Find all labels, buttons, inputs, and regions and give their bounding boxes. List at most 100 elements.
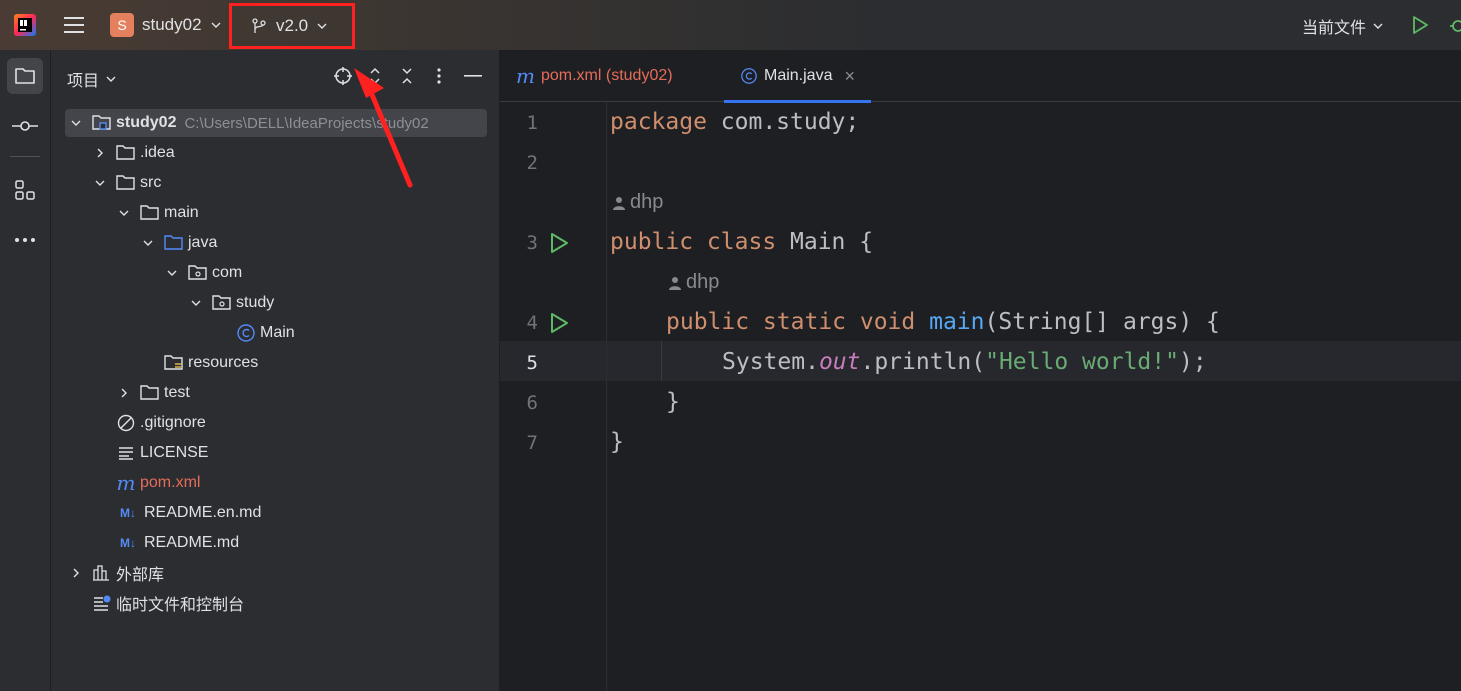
chevron-down-icon (211, 22, 221, 28)
line-number: 3 (526, 232, 538, 254)
expand-all-button[interactable] (365, 66, 385, 86)
code-line-5[interactable]: System.out.println("Hello world!"); (722, 349, 1207, 375)
main-menu-icon[interactable] (62, 14, 86, 36)
tree-item-src[interactable]: src (93, 169, 161, 197)
folder-icon (116, 173, 136, 193)
project-selector[interactable]: S study02 (110, 13, 222, 37)
tab-main-java[interactable]: Main.java × (724, 50, 871, 103)
class-icon (741, 68, 757, 84)
tree-item-test[interactable]: test (117, 379, 190, 407)
indent-guide (661, 341, 662, 381)
tree-item-license[interactable]: LICENSE (116, 439, 208, 467)
tree-item-com[interactable]: com (165, 259, 242, 287)
code-line-4[interactable]: public static void main(String[] args) { (666, 309, 1220, 335)
branch-selector[interactable]: v2.0 (229, 3, 355, 49)
commit-tool-button[interactable] (7, 108, 43, 144)
project-panel-title: 项目 (67, 73, 100, 90)
line-number: 6 (526, 392, 538, 414)
markdown-icon: M↓ (120, 506, 136, 520)
tree-item-pom[interactable]: m pom.xml (116, 469, 201, 497)
ignore-icon (116, 413, 136, 433)
expand-icon (370, 67, 380, 85)
code-line-3[interactable]: public class Main { (610, 229, 873, 255)
tree-item-study02[interactable]: study02 C:\Users\DELL\IdeaProjects\study… (65, 109, 487, 137)
folder-icon (140, 203, 160, 223)
code-line-7[interactable]: } (610, 429, 624, 455)
tree-item-external-libraries[interactable]: 外部库 (69, 559, 164, 587)
author-hint[interactable]: dhp (668, 271, 719, 294)
chevron-down-icon[interactable] (141, 236, 155, 250)
author-hint[interactable]: dhp (612, 191, 663, 214)
tree-item-main-class[interactable]: Main (236, 319, 295, 347)
class-icon (236, 323, 256, 343)
chevron-down-icon[interactable] (117, 206, 131, 220)
vertical-more-icon (437, 68, 441, 84)
crosshair-icon (334, 67, 352, 85)
editor-area: m pom.xml (study02) Main.java × 1 2 3 4 … (500, 50, 1461, 691)
project-panel-header: 项目 (51, 50, 500, 102)
chevron-down-icon (317, 23, 327, 29)
chevron-down-icon[interactable] (69, 116, 83, 130)
project-name: study02 (142, 15, 202, 34)
folder-icon (116, 143, 136, 163)
hide-panel-button[interactable] (463, 66, 483, 86)
structure-icon (15, 180, 35, 200)
line-number: 4 (526, 312, 538, 334)
source-folder-icon (164, 233, 184, 253)
close-icon[interactable]: × (844, 66, 855, 87)
run-gutter-icon[interactable] (547, 311, 571, 335)
tree-item-idea[interactable]: .idea (93, 139, 175, 167)
chevron-down-icon[interactable] (189, 296, 203, 310)
tab-pom-xml[interactable]: m pom.xml (study02) (516, 50, 673, 102)
tree-item-resources[interactable]: resources (164, 349, 258, 377)
resources-folder-icon (164, 353, 184, 373)
text-file-icon (116, 443, 136, 463)
chevron-down-icon[interactable] (165, 266, 179, 280)
intellij-logo-icon[interactable] (13, 13, 37, 37)
tree-item-scratches[interactable]: 临时文件和控制台 (92, 589, 244, 617)
maven-icon: m (516, 64, 535, 88)
code-line-6[interactable]: } (666, 389, 680, 415)
tree-item-java[interactable]: java (141, 229, 217, 257)
package-icon (212, 293, 232, 313)
code-line-1[interactable]: package com.study; (610, 109, 859, 135)
line-number: 2 (526, 152, 538, 174)
project-panel: 项目 study02 C:\Users\DELL\IdeaProjects\st… (51, 50, 500, 691)
chevron-down-icon[interactable] (93, 176, 107, 190)
debug-icon[interactable] (1447, 14, 1461, 36)
editor-tabs: m pom.xml (study02) Main.java × (500, 50, 1461, 103)
tree-item-main[interactable]: main (117, 199, 199, 227)
title-bar: S study02 v2.0 当前文件 (0, 0, 1461, 50)
chevron-down-icon (1373, 23, 1383, 29)
chevron-down-icon (106, 76, 116, 82)
tree-item-study[interactable]: study (189, 289, 274, 317)
tree-item-readme-en[interactable]: M↓ README.en.md (116, 499, 261, 527)
minimize-icon (464, 75, 482, 77)
structure-tool-button[interactable] (7, 172, 43, 208)
collapse-all-button[interactable] (397, 66, 417, 86)
chevron-right-icon[interactable] (93, 146, 107, 160)
collapse-icon (402, 68, 412, 84)
chevron-right-icon[interactable] (117, 386, 131, 400)
chevron-right-icon[interactable] (69, 566, 83, 580)
run-configuration-selector[interactable]: 当前文件 (1302, 14, 1384, 38)
options-button[interactable] (429, 66, 449, 86)
divider (10, 156, 40, 157)
branch-name: v2.0 (276, 16, 309, 35)
package-icon (188, 263, 208, 283)
project-tool-button[interactable] (7, 58, 43, 94)
run-icon[interactable] (1409, 14, 1431, 36)
more-tools-button[interactable] (7, 222, 43, 258)
tree-item-gitignore[interactable]: .gitignore (116, 409, 206, 437)
locate-file-button[interactable] (333, 66, 353, 86)
run-gutter-icon[interactable] (547, 231, 571, 255)
project-view-selector[interactable]: 项目 (67, 67, 117, 91)
markdown-icon: M↓ (120, 536, 136, 550)
more-icon (15, 238, 35, 242)
line-number: 5 (526, 352, 538, 374)
user-icon (613, 196, 625, 210)
project-badge: S (110, 13, 134, 37)
tree-item-readme[interactable]: M↓ README.md (116, 529, 239, 557)
line-number: 1 (526, 112, 538, 134)
gutter-separator (606, 102, 607, 691)
